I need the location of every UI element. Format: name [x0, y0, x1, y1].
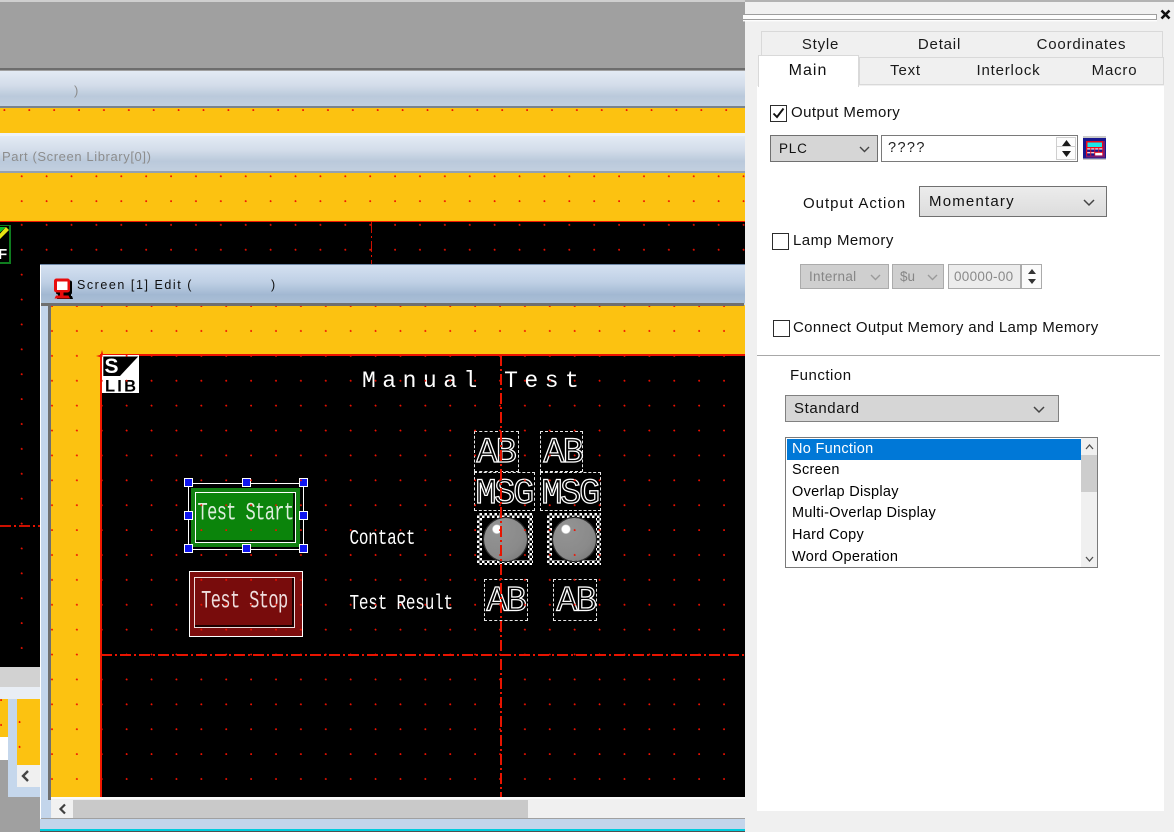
svg-text:F: F — [0, 246, 7, 263]
